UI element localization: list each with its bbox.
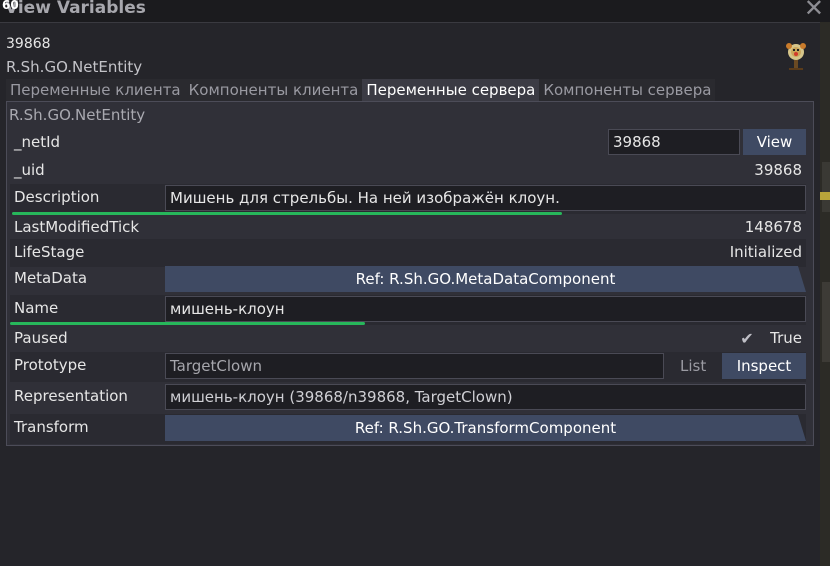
variables-panel: R.Sh.GO.NetEntity _netId 39868 View _uid… [6,101,814,446]
row-transform: Transform Ref: R.Sh.GO.TransformComponen… [10,414,806,444]
prototype-field[interactable]: TargetClown [165,353,664,379]
row-label: MetaData [14,269,88,287]
entity-id: 39868 [6,36,51,52]
inspect-button[interactable]: Inspect [722,353,806,379]
row-label: _netId [14,133,61,151]
close-icon[interactable]: ✕ [804,0,824,22]
tab-client-variables[interactable]: Переменные клиента [6,79,185,101]
row-label: Name [14,299,59,317]
row-label: Description [14,188,100,206]
row-label: LifeStage [14,243,85,261]
representation-field[interactable]: мишень-клоун (39868/n39868, TargetClown) [165,384,806,410]
checkmark-icon[interactable]: ✔ [738,330,756,348]
row-description: Description Мишень для стрельбы. На ней … [10,184,806,214]
paused-value: True [770,329,802,347]
row-label: Transform [14,418,89,436]
row-label: Paused [14,329,68,347]
row-lastmodifiedtick: LastModifiedTick 148678 [10,214,806,242]
netid-field[interactable]: 39868 [608,129,740,155]
row-lifestage: LifeStage Initialized [10,239,806,267]
row-label: Prototype [14,356,87,374]
list-label[interactable]: List [680,357,706,375]
row-uid: _uid 39868 [10,157,806,185]
uid-value: 39868 [754,161,802,179]
description-field[interactable]: Мишень для стрельбы. На ней изображён кл… [165,185,806,211]
row-metadata: MetaData Ref: R.Sh.GO.MetaDataComponent [10,265,806,295]
row-representation: Representation мишень-клоун (39868/n3986… [10,383,806,413]
metadata-ref-button[interactable]: Ref: R.Sh.GO.MetaDataComponent [165,266,806,292]
tab-server-components[interactable]: Компоненты сервера [539,79,716,101]
row-netid: _netId 39868 View [10,129,806,157]
name-field[interactable]: мишень-клоун [165,296,806,322]
row-label: LastModifiedTick [14,218,140,236]
window-title: View Variables [5,0,146,18]
lastmodifiedtick-value: 148678 [744,218,802,236]
fps-counter: 60 [2,0,19,12]
row-label: Representation [14,387,128,405]
row-paused: Paused ✔ True [10,325,806,353]
window-titlebar[interactable]: View Variables 60 ✕ [0,0,830,23]
panel-header: R.Sh.GO.NetEntity [9,106,146,124]
view-button[interactable]: View [743,129,806,155]
background-world-strip [820,22,830,566]
lifestage-value: Initialized [729,243,802,261]
tab-client-components[interactable]: Компоненты клиента [184,79,363,101]
row-name: Name мишень-клоун [10,295,806,325]
clown-target-sprite-icon [786,43,806,70]
transform-ref-button[interactable]: Ref: R.Sh.GO.TransformComponent [165,415,806,441]
tab-server-variables[interactable]: Переменные сервера [362,79,540,101]
row-prototype: Prototype TargetClown List Inspect [10,352,806,382]
row-label: _uid [14,161,45,179]
entity-type: R.Sh.GO.NetEntity [6,58,143,76]
tab-bar: Переменные клиента Компоненты клиента Пе… [6,79,716,101]
